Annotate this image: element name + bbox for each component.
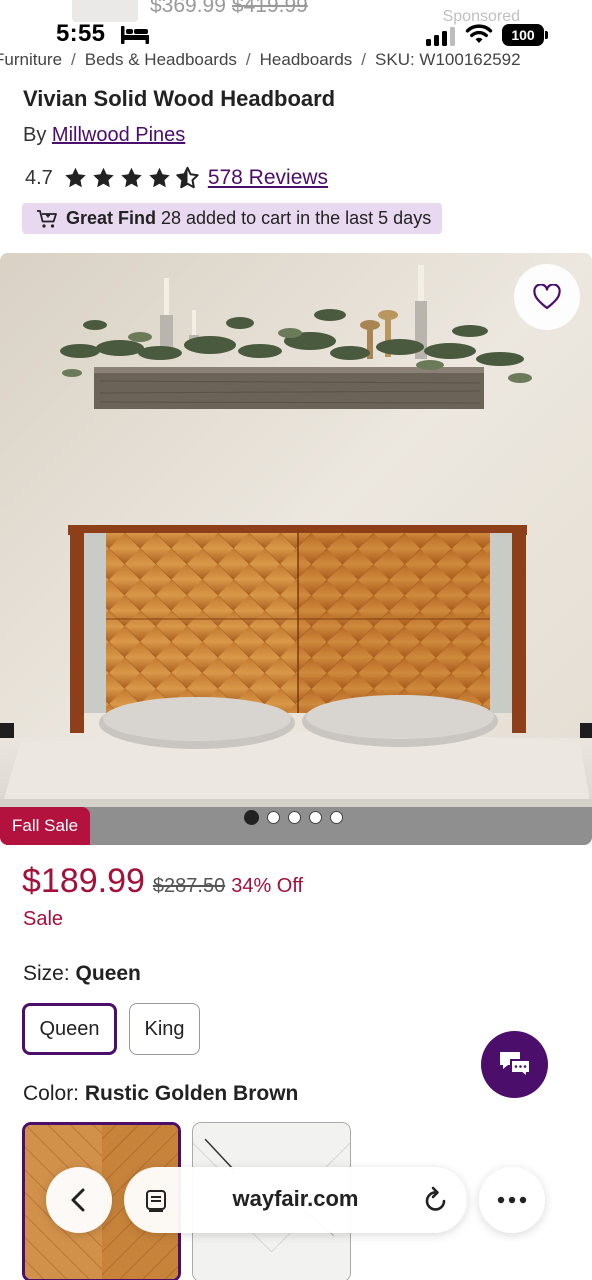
gallery-dot[interactable] (267, 811, 280, 824)
gallery-dot[interactable] (244, 810, 259, 825)
status-bar: 5:55 100 (0, 18, 592, 54)
brand-link[interactable]: Millwood Pines (52, 124, 185, 146)
breadcrumb-item-beds-headboards[interactable]: Beds & Headboards (85, 50, 237, 69)
color-label: Color: Rustic Golden Brown (23, 1082, 298, 1106)
cart-icon (37, 209, 57, 228)
brand-prefix: By (23, 124, 47, 146)
product-gallery[interactable]: Fall Sale (0, 253, 592, 845)
reviews-link[interactable]: 578 Reviews (208, 166, 328, 190)
battery-icon: 100 (502, 24, 548, 46)
star-half-icon (176, 166, 199, 189)
rating-row: 4.7 578 Reviews (25, 164, 328, 192)
product-image[interactable] (0, 253, 592, 845)
original-price: $287.50 (152, 875, 226, 897)
current-price: $189.99 (22, 862, 145, 900)
chat-icon (499, 1051, 531, 1079)
price-row: $189.99 $287.50 34% Off (22, 862, 303, 901)
breadcrumb: Furniture / Beds & Headboards / Headboards / S… (0, 50, 592, 72)
star-full-icon (149, 167, 170, 188)
signal-icon (426, 27, 455, 46)
color-label-prefix: Color: (23, 1082, 80, 1105)
brand-line: By Millwood Pines (23, 124, 185, 147)
star-full-icon (93, 167, 114, 188)
breadcrumb-item-headboards[interactable]: Headboards (260, 50, 353, 69)
gallery-pagination (244, 810, 343, 825)
size-label: Size: Queen (23, 962, 141, 986)
sale-label: Sale (23, 908, 64, 930)
sponsored-original-price: $419.99 (231, 0, 308, 17)
address-bar[interactable]: wayfair.com (124, 1167, 467, 1233)
status-time: 5:55 (56, 20, 106, 47)
color-selected-value: Rustic Golden Brown (84, 1082, 299, 1105)
back-button[interactable] (46, 1167, 112, 1233)
sponsored-current-price: $369.99 (150, 0, 226, 17)
rating-value: 4.7 (25, 166, 53, 189)
star-full-icon (65, 167, 86, 188)
wifi-icon (465, 24, 493, 43)
url-text[interactable]: wayfair.com (124, 1186, 467, 1212)
favorite-button[interactable] (514, 264, 580, 330)
back-icon (71, 1188, 85, 1212)
gallery-dot[interactable] (309, 811, 322, 824)
reload-icon[interactable] (423, 1186, 449, 1214)
size-selected-value: Queen (75, 962, 141, 985)
gallery-dot[interactable] (330, 811, 343, 824)
bed-icon (121, 26, 149, 44)
more-button[interactable] (479, 1167, 545, 1233)
browser-toolbar: wayfair.com (0, 1160, 592, 1240)
discount-label: 34% Off (231, 875, 304, 897)
more-icon (497, 1196, 527, 1204)
rating-stars (63, 166, 200, 190)
great-find-text: 28 added to cart in the last 5 days (161, 208, 432, 228)
sale-tag: Fall Sale (0, 807, 91, 845)
breadcrumb-item-furniture[interactable]: Furniture (0, 50, 62, 69)
breadcrumb-sku: SKU: W100162592 (375, 50, 521, 69)
heart-icon (533, 284, 561, 310)
size-option-queen[interactable]: Queen (22, 1003, 117, 1055)
battery-level: 100 (502, 24, 544, 46)
gallery-dot[interactable] (288, 811, 301, 824)
star-full-icon (121, 167, 142, 188)
sponsored-price: $369.99 $419.99 (150, 0, 308, 18)
chat-button[interactable] (481, 1031, 548, 1098)
great-find-badge: Great Find 28 added to cart in the last … (22, 203, 443, 234)
product-title: Vivian Solid Wood Headboard (23, 86, 336, 111)
great-find-label: Great Find (66, 208, 157, 228)
size-option-king[interactable]: King (129, 1003, 200, 1055)
size-label-prefix: Size: (23, 962, 70, 985)
